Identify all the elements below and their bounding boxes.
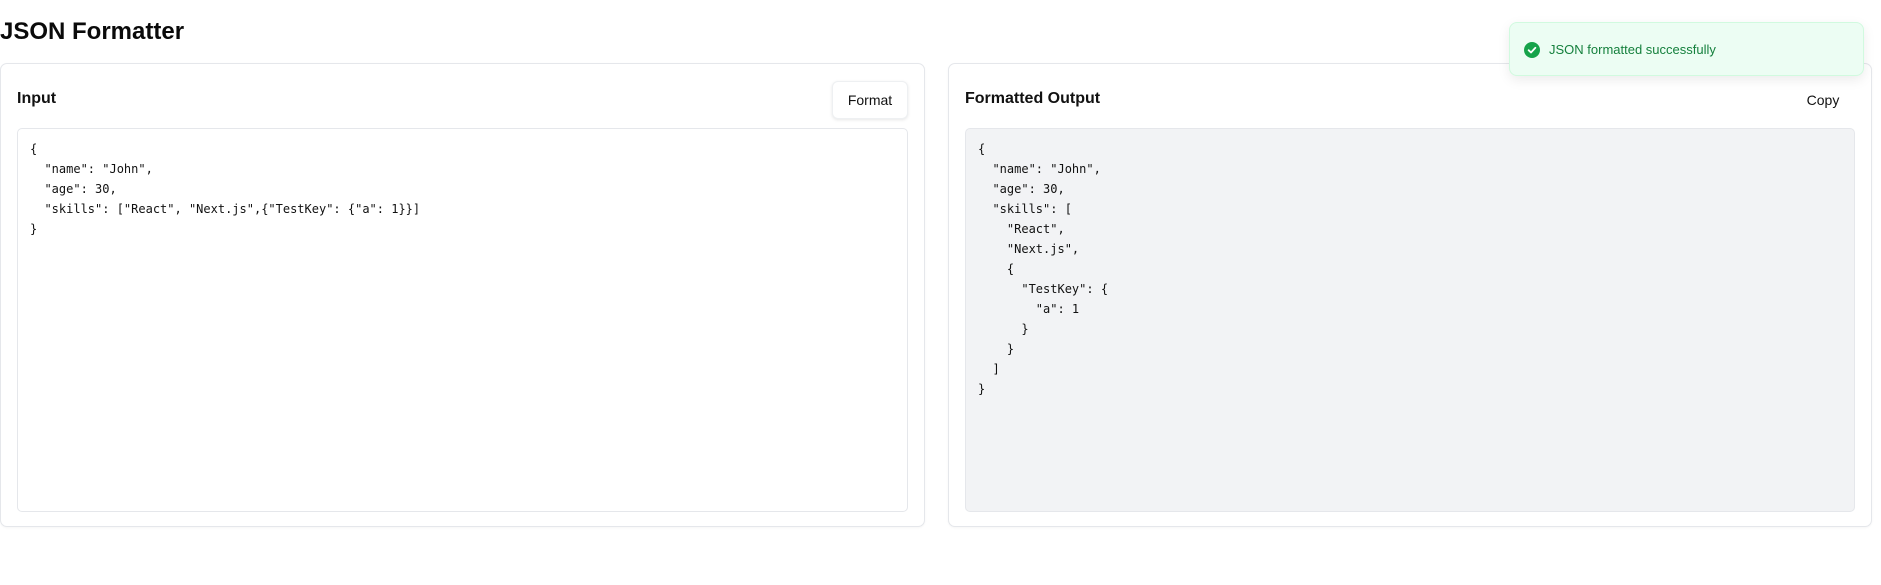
- copy-button[interactable]: Copy: [1791, 81, 1855, 119]
- input-panel-title: Input: [17, 90, 57, 107]
- output-panel-title: Formatted Output: [965, 90, 1101, 107]
- toast-message: JSON formatted successfully: [1549, 42, 1716, 57]
- json-input-field[interactable]: { "name": "John", "age": 30, "skills": […: [17, 128, 908, 512]
- formatted-output-field[interactable]: { "name": "John", "age": 30, "skills": […: [965, 128, 1855, 512]
- input-panel-header: Input Format: [17, 81, 908, 119]
- input-panel: Input Format { "name": "John", "age": 30…: [0, 63, 925, 527]
- check-circle-icon: [1524, 42, 1540, 58]
- page-title: JSON Formatter: [0, 18, 185, 45]
- output-panel-header: Formatted Output Copy: [965, 81, 1855, 117]
- output-panel: Formatted Output Copy { "name": "John", …: [948, 63, 1872, 527]
- success-toast: JSON formatted successfully: [1509, 22, 1864, 76]
- format-button[interactable]: Format: [832, 81, 908, 119]
